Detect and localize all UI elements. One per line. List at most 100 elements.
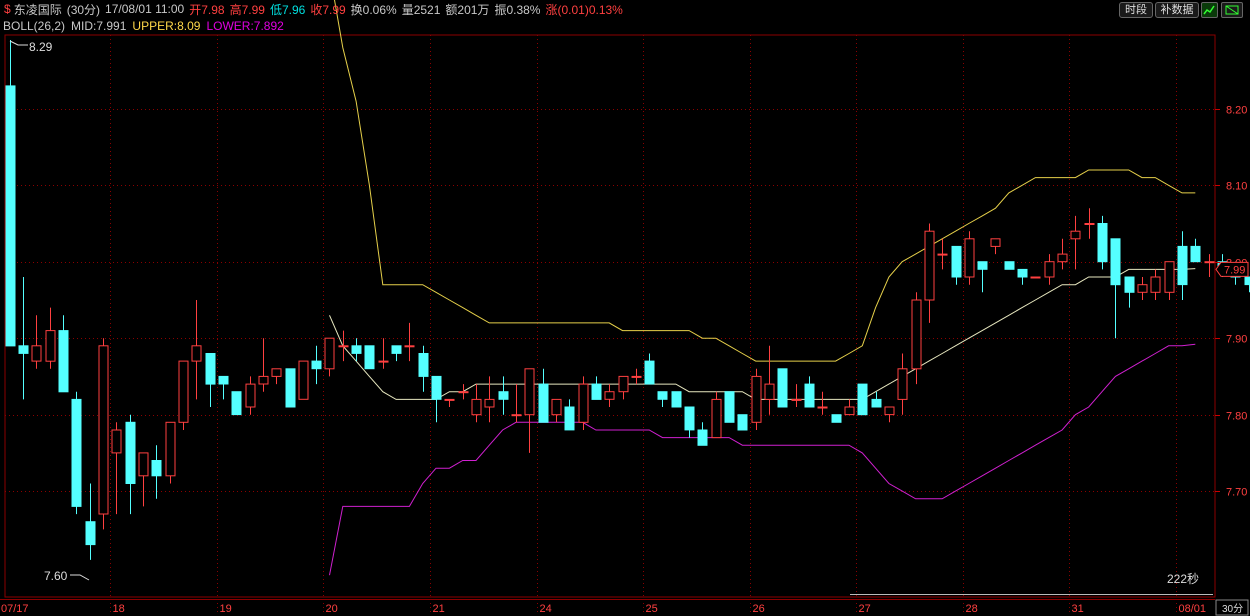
candle-up [98, 338, 109, 530]
candle-down [205, 353, 216, 407]
candle-down [951, 245, 962, 285]
candle-body [1097, 223, 1108, 263]
candle-down [1097, 215, 1108, 270]
candle-down [777, 368, 788, 408]
candle-down [285, 368, 296, 408]
close-icon[interactable] [1221, 2, 1243, 18]
candle-up [45, 307, 56, 369]
candle-body [564, 406, 575, 431]
plot-frame [4, 34, 1216, 598]
candle-body [671, 391, 682, 408]
candle-body [1190, 245, 1201, 263]
candle-down [671, 391, 682, 408]
stock-name[interactable]: 东凌国际 [14, 1, 62, 18]
candle-down [1017, 268, 1028, 285]
candle-body [58, 330, 69, 393]
candle-body [711, 398, 722, 439]
candle-body [964, 238, 975, 278]
candle-body [391, 345, 402, 354]
candle-down [538, 368, 549, 423]
candle-body [897, 368, 908, 400]
timeshare-button[interactable]: 时段 [1119, 2, 1153, 18]
chart-mode-icon[interactable] [1201, 2, 1218, 18]
candle-up [138, 452, 149, 507]
date-axis: 07/17 18 19 20 21 24 25 26 27 28 31 08/01 [0, 599, 1215, 615]
candle-down [218, 375, 229, 400]
candle-up [258, 338, 269, 392]
low-price: 低7.96 [269, 2, 306, 17]
candle-body [298, 360, 309, 400]
volume: 量2521 [401, 2, 441, 17]
candle-body [165, 421, 176, 477]
supplement-data-button[interactable]: 补数据 [1155, 2, 1199, 18]
date-label: 20 [326, 603, 338, 615]
period-label: 30分 [1222, 603, 1243, 615]
candle-body [444, 398, 455, 401]
y-tick-label: 7.70 [1226, 487, 1247, 499]
candle-down [391, 345, 402, 362]
turnover-rate: 换0.06% [350, 2, 397, 17]
candle-up [1030, 276, 1041, 279]
candle-body [657, 391, 668, 400]
candle-body [697, 429, 708, 446]
candle-up [444, 398, 455, 407]
candle-up [751, 368, 762, 430]
candle-down [804, 376, 815, 408]
candle-body [1204, 261, 1215, 264]
candle-body [764, 383, 775, 400]
candle-body [844, 406, 855, 416]
candle-body [311, 360, 322, 370]
candle-down [364, 345, 375, 370]
candle-body [737, 414, 748, 431]
candle-up [964, 231, 975, 285]
candle-body [631, 375, 642, 378]
dollar-icon[interactable]: $ [4, 2, 11, 16]
candle-up [618, 375, 629, 400]
candle-body [644, 360, 655, 385]
candle-body [871, 398, 882, 408]
candle-body [1030, 276, 1041, 279]
candle-body [404, 345, 415, 348]
candle-body [618, 375, 629, 393]
candle-body [151, 460, 162, 477]
price-axis: 8.208.108.007.907.807.70 [1215, 105, 1247, 499]
boll-name[interactable]: BOLL(26,2) [3, 19, 65, 33]
candle-body [458, 391, 469, 394]
candle-body [45, 330, 56, 362]
candles [5, 40, 1250, 560]
candle-up [338, 330, 349, 362]
candle-body [138, 452, 149, 477]
candle-down [231, 391, 242, 416]
candle-up [1204, 254, 1215, 277]
change: 涨(0.01)0.13% [545, 2, 623, 17]
candle-down [18, 277, 29, 400]
min-label: 7.60 [44, 569, 68, 583]
candle-up [458, 384, 469, 400]
candle-body [817, 406, 828, 409]
candle-up [1084, 208, 1095, 239]
boll-upper-line [334, 0, 1196, 362]
candle-up [484, 376, 495, 423]
candle-body [924, 230, 935, 301]
boll-upper: UPPER:8.09 [132, 19, 201, 33]
candle-body [498, 391, 509, 400]
candle-up [404, 322, 415, 362]
candle-body [205, 353, 216, 385]
candle-body [777, 368, 788, 408]
boll-lower: LOWER:7.892 [206, 19, 284, 33]
date-label: 08/01 [1179, 603, 1207, 615]
candle-up [711, 391, 722, 439]
candle-body [98, 345, 109, 515]
candle-body [911, 299, 922, 370]
candle-body [338, 345, 349, 348]
candle-up [897, 353, 908, 415]
candle-down [644, 353, 655, 385]
candle-up [271, 368, 282, 385]
candle-up [551, 398, 562, 423]
candle-body [431, 375, 442, 400]
candle-body [1004, 261, 1015, 270]
date-label: 07/17 [1, 603, 29, 615]
candle-down [857, 383, 868, 416]
period: (30分) [66, 2, 101, 17]
candle-down [1110, 238, 1121, 339]
